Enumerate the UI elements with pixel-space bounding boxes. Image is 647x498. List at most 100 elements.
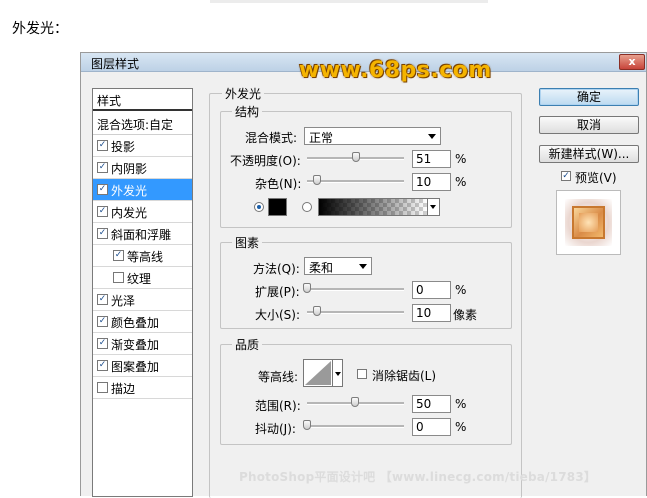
- style-item[interactable]: ✓ 渐变叠加: [93, 333, 192, 355]
- range-unit: %: [455, 397, 467, 411]
- contour-curve-icon: [305, 361, 331, 385]
- style-item[interactable]: 描边: [93, 377, 192, 399]
- jitter-slider-track[interactable]: [307, 425, 404, 428]
- size-input[interactable]: 10: [412, 304, 451, 322]
- layer-style-dialog: 图层样式 x www.68ps.com 样式 混合选项:自定 ✓ 投影 ✓ 内阴影 ✓ 外…: [80, 52, 647, 498]
- glow-color-swatch[interactable]: [268, 198, 287, 216]
- style-item-label: 描边: [111, 382, 136, 396]
- styles-header[interactable]: 样式: [93, 89, 192, 111]
- style-checkbox[interactable]: ✓: [113, 250, 124, 261]
- style-item-label: 图案叠加: [111, 360, 160, 374]
- style-checkbox[interactable]: ✓: [97, 228, 108, 239]
- style-item[interactable]: ✓ 内阴影: [93, 157, 192, 179]
- style-item[interactable]: ✓ 外发光: [93, 179, 192, 201]
- styles-list: 样式 混合选项:自定 ✓ 投影 ✓ 内阴影 ✓ 外发光 ✓ 内发光 ✓ 斜面和浮雕 ✓ 等高线 纹理 ✓ 光…: [92, 88, 193, 497]
- jitter-label: 抖动(J):: [255, 422, 296, 436]
- blend-mode-value: 正常: [309, 131, 334, 145]
- style-checkbox[interactable]: ✓: [97, 316, 108, 327]
- spread-unit: %: [455, 283, 467, 297]
- blend-mode-label: 混合模式:: [245, 131, 298, 145]
- blend-mode-select[interactable]: 正常: [304, 127, 441, 145]
- contour-label: 等高线:: [258, 370, 299, 384]
- style-item[interactable]: ✓ 颜色叠加: [93, 311, 192, 333]
- gradient-dropdown[interactable]: [428, 198, 440, 216]
- style-checkbox[interactable]: ✓: [97, 294, 108, 305]
- size-label: 大小(S):: [255, 308, 301, 322]
- style-checkbox[interactable]: ✓: [97, 338, 108, 349]
- spread-input[interactable]: 0: [412, 281, 451, 299]
- style-checkbox[interactable]: [113, 272, 124, 283]
- style-item-label: 颜色叠加: [111, 316, 160, 330]
- style-item-label: 渐变叠加: [111, 338, 160, 352]
- solid-color-radio[interactable]: [254, 202, 264, 212]
- antialias-checkbox[interactable]: [357, 369, 367, 379]
- noise-input[interactable]: 10: [412, 173, 451, 191]
- noise-slider-thumb[interactable]: [313, 175, 321, 185]
- style-item-label: 等高线: [127, 250, 164, 264]
- contour-preview[interactable]: [303, 359, 333, 387]
- chevron-down-icon: [335, 372, 341, 376]
- style-item[interactable]: ✓ 投影: [93, 135, 192, 157]
- close-button[interactable]: x: [619, 54, 645, 70]
- jitter-slider-thumb[interactable]: [303, 420, 311, 430]
- range-input[interactable]: 50: [412, 395, 451, 413]
- style-checkbox[interactable]: ✓: [97, 206, 108, 217]
- style-checkbox[interactable]: ✓: [97, 360, 108, 371]
- style-preview-thumbnail: [556, 190, 621, 255]
- style-item-label: 外发光: [111, 184, 148, 198]
- size-slider-track[interactable]: [307, 311, 404, 314]
- style-item-label: 光泽: [111, 294, 136, 308]
- style-item[interactable]: 纹理: [93, 267, 192, 289]
- spread-slider-thumb[interactable]: [303, 283, 311, 293]
- jitter-unit: %: [455, 420, 467, 434]
- style-checkbox[interactable]: ✓: [97, 184, 108, 195]
- contour-dropdown[interactable]: [333, 359, 343, 387]
- opacity-slider-thumb[interactable]: [352, 152, 360, 162]
- spread-label: 扩展(P):: [255, 285, 300, 299]
- style-item-label: 内阴影: [111, 162, 148, 176]
- quality-title: 品质: [232, 336, 263, 353]
- elements-title: 图素: [232, 234, 263, 251]
- chevron-down-icon: [430, 205, 436, 209]
- top-divider: [210, 0, 488, 3]
- watermark-top: www.68ps.com: [299, 58, 492, 83]
- preview-checkbox[interactable]: ✓: [561, 171, 571, 181]
- preview-label: 预览(V): [575, 171, 617, 185]
- style-item[interactable]: ✓ 等高线: [93, 245, 192, 267]
- style-checkbox[interactable]: ✓: [97, 162, 108, 173]
- opacity-input[interactable]: 51: [412, 150, 451, 168]
- noise-slider-track[interactable]: [307, 180, 404, 183]
- ok-button[interactable]: 确定: [539, 88, 639, 106]
- size-slider-thumb[interactable]: [313, 306, 321, 316]
- cancel-button[interactable]: 取消: [539, 116, 639, 134]
- jitter-input[interactable]: 0: [412, 418, 451, 436]
- style-checkbox[interactable]: [97, 382, 108, 393]
- technique-select[interactable]: 柔和: [304, 257, 372, 275]
- opacity-label: 不透明度(O):: [230, 154, 301, 168]
- watermark-bottom: PhotoShop平面设计吧 【www.linecg.com/tieba/178…: [239, 470, 597, 484]
- style-item[interactable]: ✓ 光泽: [93, 289, 192, 311]
- style-item[interactable]: ✓ 图案叠加: [93, 355, 192, 377]
- gradient-swatch[interactable]: [318, 198, 428, 216]
- style-item[interactable]: ✓ 内发光: [93, 201, 192, 223]
- technique-value: 柔和: [309, 261, 334, 275]
- chevron-down-icon: [359, 264, 367, 269]
- opacity-unit: %: [455, 152, 467, 166]
- size-unit: 像素: [453, 308, 478, 322]
- style-item-label: 斜面和浮雕: [111, 228, 172, 242]
- style-item-label: 内发光: [111, 206, 148, 220]
- style-checkbox[interactable]: ✓: [97, 140, 108, 151]
- technique-label: 方法(Q):: [253, 262, 300, 276]
- spread-slider-track[interactable]: [307, 288, 404, 291]
- gradient-radio[interactable]: [302, 202, 312, 212]
- noise-unit: %: [455, 175, 467, 189]
- blending-options-item[interactable]: 混合选项:自定: [93, 113, 192, 135]
- dialog-title: 图层样式: [91, 57, 140, 71]
- new-style-button[interactable]: 新建样式(W)...: [539, 145, 639, 163]
- chevron-down-icon: [428, 134, 436, 139]
- range-label: 范围(R):: [255, 399, 301, 413]
- style-item[interactable]: ✓ 斜面和浮雕: [93, 223, 192, 245]
- style-item-label: 纹理: [127, 272, 152, 286]
- range-slider-thumb[interactable]: [351, 397, 359, 407]
- structure-title: 结构: [232, 103, 263, 120]
